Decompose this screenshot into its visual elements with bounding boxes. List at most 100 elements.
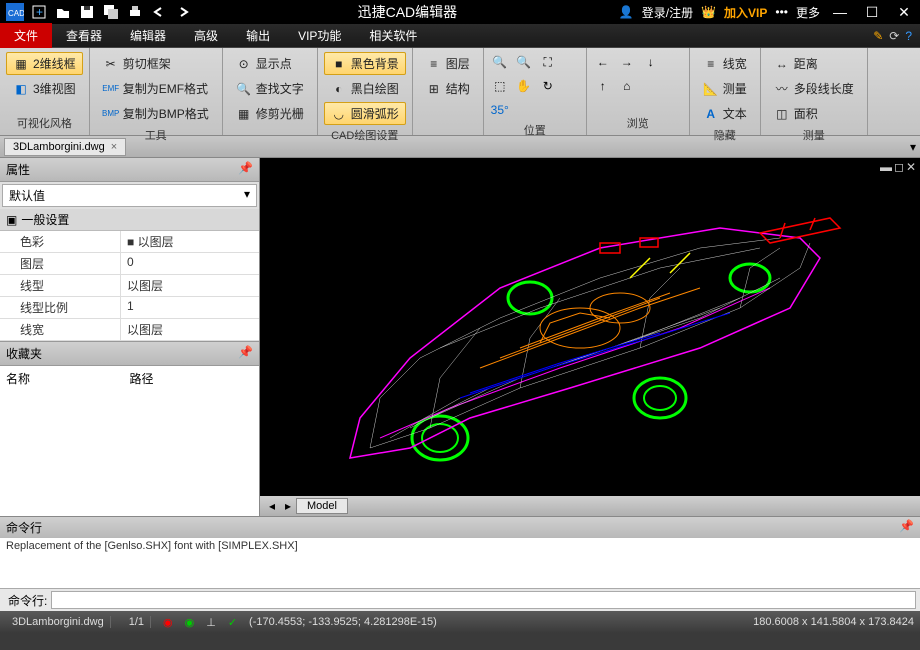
btn-bw-draw[interactable]: ◐黑白绘图: [324, 77, 406, 100]
nav-home-icon[interactable]: ⌂: [617, 76, 637, 96]
point-icon: ⊙: [236, 56, 252, 72]
tab-related[interactable]: 相关软件: [355, 23, 431, 48]
tab-next-icon[interactable]: ▸: [280, 499, 296, 513]
user-icon: 👤: [619, 5, 634, 19]
ribbon-group-visualstyle: ▦2维线框 ◧3维视图 可视化风格: [0, 48, 90, 135]
more-link[interactable]: 更多: [796, 4, 820, 21]
prop-row[interactable]: 线宽以图层: [0, 319, 259, 341]
more-icon: •••: [775, 5, 788, 19]
tab-prev-icon[interactable]: ◂: [264, 499, 280, 513]
close-tab-icon[interactable]: ×: [111, 141, 117, 153]
default-dropdown[interactable]: 默认值▾: [2, 184, 257, 207]
linewidth-icon: ≡: [703, 56, 719, 72]
group-label: 测量: [767, 125, 861, 143]
pin-icon[interactable]: 📌: [899, 519, 914, 536]
btn-measure[interactable]: 📐测量: [696, 77, 754, 100]
properties-panel: 属性 📌 默认值▾ ▣一般设置 色彩■ 以图层 图层0 线型以图层 线型比例1 …: [0, 158, 260, 516]
prop-row[interactable]: 图层0: [0, 253, 259, 275]
btn-smooth-arc[interactable]: ◡圆滑弧形: [324, 102, 406, 125]
btn-trim-raster[interactable]: ▦修剪光栅: [229, 102, 311, 125]
btn-area[interactable]: ◫面积: [767, 102, 861, 125]
tree-icon: ⊞: [426, 81, 442, 97]
car-wireframe: [260, 158, 920, 496]
btn-layer[interactable]: ≡图层: [419, 52, 477, 75]
status-icon-1[interactable]: ◉: [163, 616, 173, 629]
ribbon-group-tools2: ⊙显示点 🔍查找文字 ▦修剪光栅: [223, 48, 318, 135]
btn-show-point[interactable]: ⊙显示点: [229, 52, 311, 75]
prop-row[interactable]: 线型比例1: [0, 297, 259, 319]
btn-polyline-len[interactable]: 〰多段线长度: [767, 77, 861, 100]
model-tabs: ◂ ▸ Model: [260, 496, 920, 516]
btn-find-text[interactable]: 🔍查找文字: [229, 77, 311, 100]
tab-file[interactable]: 文件: [0, 23, 52, 48]
tab-editor[interactable]: 编辑器: [116, 23, 180, 48]
pin-icon[interactable]: 📌: [238, 345, 253, 362]
open-icon[interactable]: [52, 1, 74, 23]
fav-col-path: 路径: [130, 370, 254, 387]
tab-vip[interactable]: VIP功能: [284, 23, 355, 48]
pan-icon[interactable]: ✋: [514, 76, 534, 96]
area-icon: ◫: [774, 106, 790, 122]
redo-icon[interactable]: [172, 1, 194, 23]
refresh-icon[interactable]: ⟳: [889, 29, 899, 43]
pin-icon[interactable]: 📌: [238, 161, 253, 178]
btn-structure[interactable]: ⊞结构: [419, 77, 477, 100]
nav-up-icon[interactable]: ↑: [593, 76, 613, 96]
login-link[interactable]: 登录/注册: [642, 4, 693, 21]
props-section-general[interactable]: ▣一般设置: [0, 209, 259, 231]
prop-row[interactable]: 线型以图层: [0, 275, 259, 297]
nav-left-icon[interactable]: ←: [593, 52, 613, 72]
vip-link[interactable]: 加入VIP: [724, 4, 767, 21]
btn-distance[interactable]: ↔距离: [767, 52, 861, 75]
btn-2d-wireframe[interactable]: ▦2维线框: [6, 52, 83, 75]
zoom-out-icon[interactable]: 🔍: [514, 52, 534, 72]
main-area: 属性 📌 默认值▾ ▣一般设置 色彩■ 以图层 图层0 线型以图层 线型比例1 …: [0, 158, 920, 516]
model-tab[interactable]: Model: [296, 498, 348, 514]
nav-right-icon[interactable]: →: [617, 52, 637, 72]
rotate-icon[interactable]: ↻: [538, 76, 558, 96]
btn-text[interactable]: A文本: [696, 102, 754, 125]
canvas-min-icon[interactable]: ▬: [880, 160, 892, 174]
close-button[interactable]: ✕: [892, 1, 916, 23]
new-icon[interactable]: +: [28, 1, 50, 23]
status-icon-2[interactable]: ◉: [185, 616, 195, 629]
arc-icon: ◡: [331, 106, 347, 122]
favorites-header: 收藏夹 📌: [0, 341, 259, 366]
doc-tab[interactable]: 3DLamborgini.dwg ×: [4, 138, 126, 156]
help-icon[interactable]: ?: [905, 29, 912, 43]
props-grid: 色彩■ 以图层 图层0 线型以图层 线型比例1 线宽以图层: [0, 231, 259, 341]
btn-clip-frame[interactable]: ✂剪切框架: [96, 52, 216, 75]
status-snap-icon[interactable]: ⊥: [206, 616, 216, 629]
minimize-button[interactable]: —: [828, 1, 852, 23]
btn-3d-view[interactable]: ◧3维视图: [6, 77, 83, 100]
btn-copy-bmp[interactable]: BMP复制为BMP格式: [96, 102, 216, 125]
angle-icon[interactable]: 35°: [490, 100, 510, 120]
zoom-in-icon[interactable]: 🔍: [490, 52, 510, 72]
tab-viewer[interactable]: 查看器: [52, 23, 116, 48]
undo-icon[interactable]: [148, 1, 170, 23]
tab-dropdown-icon[interactable]: ▾: [910, 140, 916, 154]
cmd-input[interactable]: [51, 591, 916, 609]
cmd-prompt: 命令行:: [4, 592, 51, 609]
tab-output[interactable]: 输出: [232, 23, 284, 48]
zoom-window-icon[interactable]: ⬚: [490, 76, 510, 96]
nav-down-icon[interactable]: ↓: [641, 52, 661, 72]
drawing-canvas[interactable]: ▬ ◻ ✕: [260, 158, 920, 496]
btn-black-bg[interactable]: ■黑色背景: [324, 52, 406, 75]
command-panel: 命令行 📌 Replacement of the [Genlso.SHX] fo…: [0, 516, 920, 611]
status-grid-icon[interactable]: ✓: [228, 616, 237, 629]
zoom-fit-icon[interactable]: ⛶: [538, 52, 558, 72]
maximize-button[interactable]: ☐: [860, 1, 884, 23]
pencil-icon[interactable]: ✎: [873, 29, 883, 43]
canvas-max-icon[interactable]: ◻: [894, 160, 904, 174]
group-label: [229, 125, 311, 139]
prop-row[interactable]: 色彩■ 以图层: [0, 231, 259, 253]
tab-advanced[interactable]: 高级: [180, 23, 232, 48]
saveall-icon[interactable]: [100, 1, 122, 23]
save-icon[interactable]: [76, 1, 98, 23]
canvas-close-icon[interactable]: ✕: [906, 160, 916, 174]
btn-linewidth[interactable]: ≡线宽: [696, 52, 754, 75]
ribbon-group-hide: ≡线宽 📐测量 A文本 隐藏: [690, 48, 761, 135]
btn-copy-emf[interactable]: EMF复制为EMF格式: [96, 77, 216, 100]
print-icon[interactable]: [124, 1, 146, 23]
